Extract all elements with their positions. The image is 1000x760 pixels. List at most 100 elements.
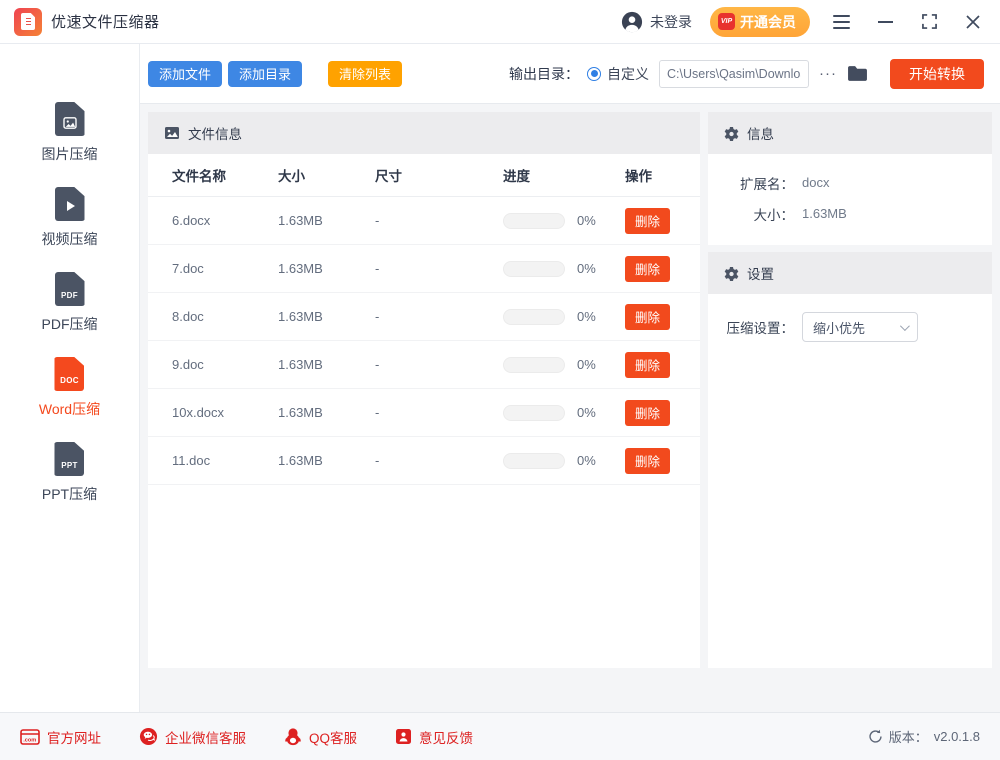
table-row: 6.docx 1.63MB - 0% 删除: [148, 197, 700, 245]
file-name: 9.doc: [172, 357, 204, 372]
info-panel: 信息 扩展名： docx 大小： 1.63MB: [708, 112, 992, 245]
start-convert-button[interactable]: 开始转换: [890, 58, 984, 89]
progress-bar: [503, 212, 565, 229]
col-header-action: 操作: [625, 169, 652, 184]
user-avatar-icon: [621, 11, 643, 32]
delete-button[interactable]: 删除: [625, 207, 671, 234]
sidebar-item-word-compress[interactable]: DOC Word压缩: [39, 357, 100, 419]
sidebar-item-pdf-compress[interactable]: PDF PDF压缩: [42, 272, 98, 334]
file-name: 10x.docx: [172, 405, 225, 420]
minimize-icon: [877, 20, 893, 23]
minimize-button[interactable]: [872, 9, 898, 35]
progress-percent: 0%: [577, 309, 596, 324]
progress-percent: 0%: [577, 357, 596, 372]
sidebar-item-label: PDF压缩: [41, 316, 98, 332]
qq-icon: [285, 728, 301, 746]
file-name: 8.doc: [172, 309, 204, 324]
file-size: 1.63MB: [278, 261, 323, 276]
footer: .com 官方网址 企业微信客服 QQ客服 意见反馈 版本： v2.0.1.8: [0, 712, 1000, 760]
progress-bar: [503, 308, 565, 325]
delete-button[interactable]: 删除: [625, 399, 671, 426]
clear-list-button[interactable]: 清除列表: [328, 60, 403, 87]
svg-text:.com: .com: [23, 737, 36, 743]
progress-percent: 0%: [577, 453, 596, 468]
qq-service-link[interactable]: QQ客服: [284, 727, 357, 747]
vip-icon: VIP: [718, 13, 735, 30]
progress-bar: [503, 404, 565, 421]
info-row-size: 大小： 1.63MB: [753, 206, 847, 223]
settings-panel: 设置 压缩设置： 缩小优先: [708, 252, 992, 668]
delete-button[interactable]: 删除: [625, 351, 671, 378]
file-size: 1.63MB: [278, 357, 323, 372]
sidebar-item-label: 图片压缩: [41, 146, 98, 162]
login-status: 未登录: [650, 13, 692, 30]
info-header: 信息: [708, 112, 992, 154]
output-path-input[interactable]: [659, 59, 809, 88]
progress-percent: 0%: [577, 405, 596, 420]
file-dimension: -: [375, 213, 380, 228]
file-name: 11.doc: [172, 453, 211, 468]
file-dimension: -: [375, 309, 380, 324]
delete-button[interactable]: 删除: [625, 447, 671, 474]
file-size: 1.63MB: [278, 453, 323, 468]
file-table-body: 6.docx 1.63MB - 0% 删除 7.doc 1.63MB - 0% …: [148, 197, 700, 485]
file-name: 6.docx: [172, 213, 211, 228]
file-dimension: -: [375, 357, 380, 372]
play-icon: [67, 201, 75, 211]
title-bar: 优速文件压缩器 未登录 VIP 开通会员: [0, 0, 1000, 44]
feedback-link[interactable]: 意见反馈: [395, 727, 473, 747]
app-logo-icon: [14, 7, 42, 36]
refresh-icon: [869, 729, 882, 743]
version-area: 版本： v2.0.1.8: [868, 727, 980, 746]
sidebar-item-video-compress[interactable]: 视频压缩: [42, 187, 98, 249]
chevron-down-icon: [899, 320, 910, 331]
feedback-icon: [396, 729, 412, 744]
compression-setting-select[interactable]: 缩小优先: [802, 312, 918, 342]
settings-header: 设置: [708, 252, 992, 294]
maximize-icon: [921, 14, 937, 29]
panel-title: 设置: [747, 267, 774, 282]
file-info-panel: 文件信息 文件名称 大小 尺寸 进度 操作 6.docx 1.63MB - 0%…: [148, 112, 700, 668]
check-update-button[interactable]: [868, 729, 883, 744]
app-title: 优速文件压缩器: [51, 14, 160, 31]
open-vip-button[interactable]: VIP 开通会员: [710, 6, 810, 37]
sidebar-item-ppt-compress[interactable]: PPT PPT压缩: [42, 442, 97, 504]
compression-setting-label: 压缩设置：: [726, 321, 795, 336]
sidebar-item-label: Word压缩: [38, 401, 101, 417]
table-row: 8.doc 1.63MB - 0% 删除: [148, 293, 700, 341]
add-file-button[interactable]: 添加文件: [148, 60, 223, 87]
wechat-icon: [139, 727, 158, 746]
ppt-file-icon: PPT: [54, 442, 85, 476]
gear-icon: [724, 266, 739, 281]
menu-button[interactable]: [828, 9, 854, 35]
custom-radio[interactable]: [587, 66, 601, 81]
close-icon: [966, 14, 980, 29]
pdf-file-icon: PDF: [54, 272, 85, 306]
open-folder-button[interactable]: [843, 65, 872, 82]
image-file-icon: [54, 102, 85, 136]
file-info-header: 文件信息: [148, 112, 700, 154]
wechat-service-link[interactable]: 企业微信客服: [139, 727, 246, 747]
custom-option-label: 自定义: [607, 65, 649, 82]
add-folder-button[interactable]: 添加目录: [228, 60, 303, 87]
sidebar-item-image-compress[interactable]: 图片压缩: [42, 102, 98, 164]
col-header-progress: 进度: [503, 169, 530, 184]
panel-title: 文件信息: [188, 127, 242, 142]
gear-icon: [724, 126, 739, 141]
table-row: 11.doc 1.63MB - 0% 删除: [148, 437, 700, 485]
sidebar: 图片压缩 视频压缩 PDF PDF压缩 DOC Word压缩 PPT PPT压缩: [0, 44, 140, 712]
table-row: 7.doc 1.63MB - 0% 删除: [148, 245, 700, 293]
sidebar-item-label: PPT压缩: [41, 486, 98, 502]
close-button[interactable]: [960, 9, 986, 35]
panel-title: 信息: [747, 127, 774, 142]
delete-button[interactable]: 删除: [625, 303, 671, 330]
picture-icon: [165, 127, 179, 139]
official-site-link[interactable]: .com 官方网址: [20, 727, 101, 747]
table-header-row: 文件名称 大小 尺寸 进度 操作: [148, 154, 700, 197]
file-dimension: -: [375, 261, 380, 276]
user-login-area[interactable]: 未登录: [621, 11, 692, 33]
browse-more-button[interactable]: ···: [813, 65, 843, 82]
delete-button[interactable]: 删除: [625, 255, 671, 282]
maximize-button[interactable]: [916, 9, 942, 35]
version-value: v2.0.1.8: [933, 729, 980, 744]
